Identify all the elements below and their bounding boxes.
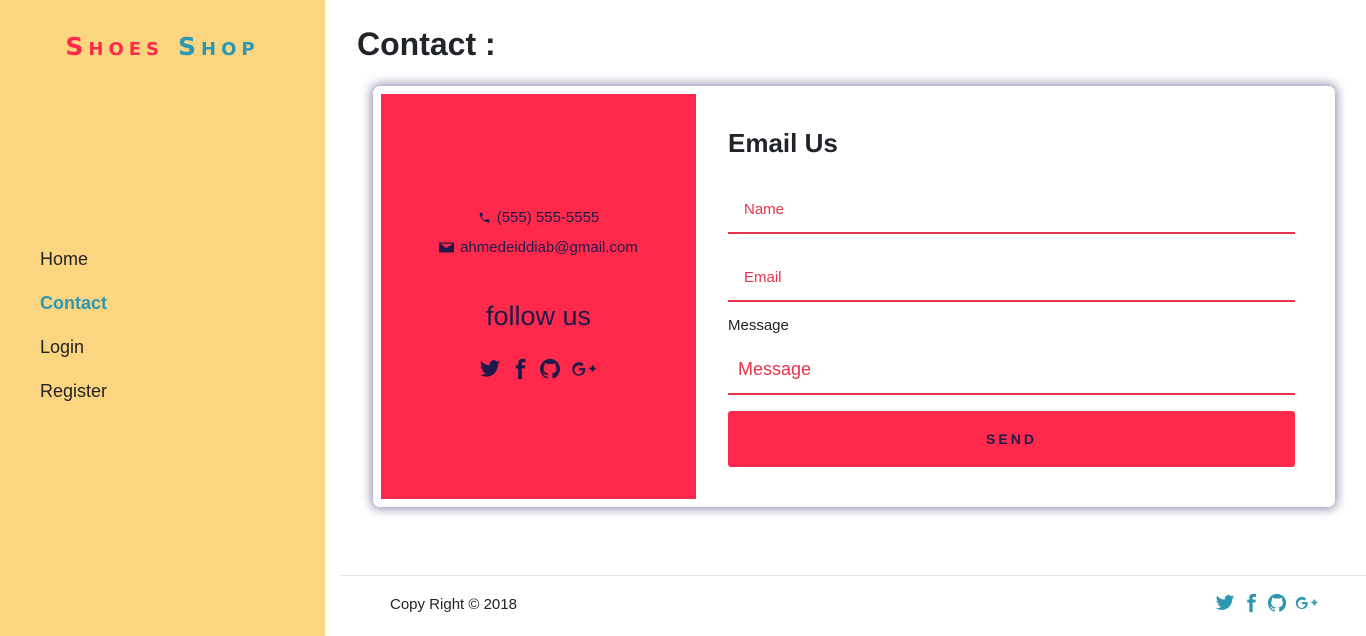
footer-social-links xyxy=(1215,593,1320,613)
brand-word-part: HOP xyxy=(201,39,260,60)
email-input[interactable] xyxy=(728,254,1295,300)
twitter-icon[interactable] xyxy=(479,358,501,380)
email-address[interactable]: ahmedeiddiab@gmail.com xyxy=(460,239,638,256)
brand-letter: S xyxy=(178,32,202,61)
brand-word-part: HOES xyxy=(88,39,165,60)
github-icon[interactable] xyxy=(539,358,561,380)
form-title: Email Us xyxy=(728,128,838,158)
send-button[interactable]: SEND xyxy=(728,411,1295,467)
message-input[interactable] xyxy=(728,346,1295,393)
social-links xyxy=(381,358,696,380)
twitter-icon[interactable] xyxy=(1215,593,1235,613)
nav-item-register[interactable]: Register xyxy=(40,379,107,423)
phone-number: (555) 555-5555 xyxy=(496,209,600,226)
brand-logo[interactable]: SHOES SHOP xyxy=(0,32,325,61)
nav-item-home[interactable]: Home xyxy=(40,247,107,291)
nav-item-contact[interactable]: Contact xyxy=(40,291,107,335)
message-field-wrapper xyxy=(728,346,1295,395)
email-field-wrapper xyxy=(728,254,1295,302)
phone-icon xyxy=(479,212,490,223)
github-icon[interactable] xyxy=(1267,593,1287,613)
brand-letter: S xyxy=(65,32,89,61)
follow-heading: follow us xyxy=(485,301,592,331)
sidebar-nav: Home Contact Login Register xyxy=(40,247,107,423)
facebook-icon[interactable] xyxy=(509,358,531,380)
page-title: Contact : xyxy=(357,26,496,62)
message-label: Message xyxy=(728,317,789,334)
email-info: ahmedeiddiab@gmail.com xyxy=(381,239,696,256)
copyright-text: Copy Right © 2018 xyxy=(390,596,517,613)
contact-info-panel: (555) 555-5555 ahmedeiddiab@gmail.com fo… xyxy=(381,94,696,499)
sidebar: SHOES SHOP Home Contact Login Register xyxy=(0,0,325,636)
contact-card: (555) 555-5555 ahmedeiddiab@gmail.com fo… xyxy=(373,86,1335,507)
google-plus-icon[interactable] xyxy=(1293,593,1320,613)
name-input[interactable] xyxy=(728,186,1295,232)
facebook-icon[interactable] xyxy=(1241,593,1261,613)
google-plus-icon[interactable] xyxy=(569,358,599,380)
envelope-icon xyxy=(439,242,455,253)
phone-info: (555) 555-5555 xyxy=(381,209,696,226)
footer: Copy Right © 2018 xyxy=(341,575,1366,636)
nav-item-login[interactable]: Login xyxy=(40,335,107,379)
name-field-wrapper xyxy=(728,186,1295,234)
